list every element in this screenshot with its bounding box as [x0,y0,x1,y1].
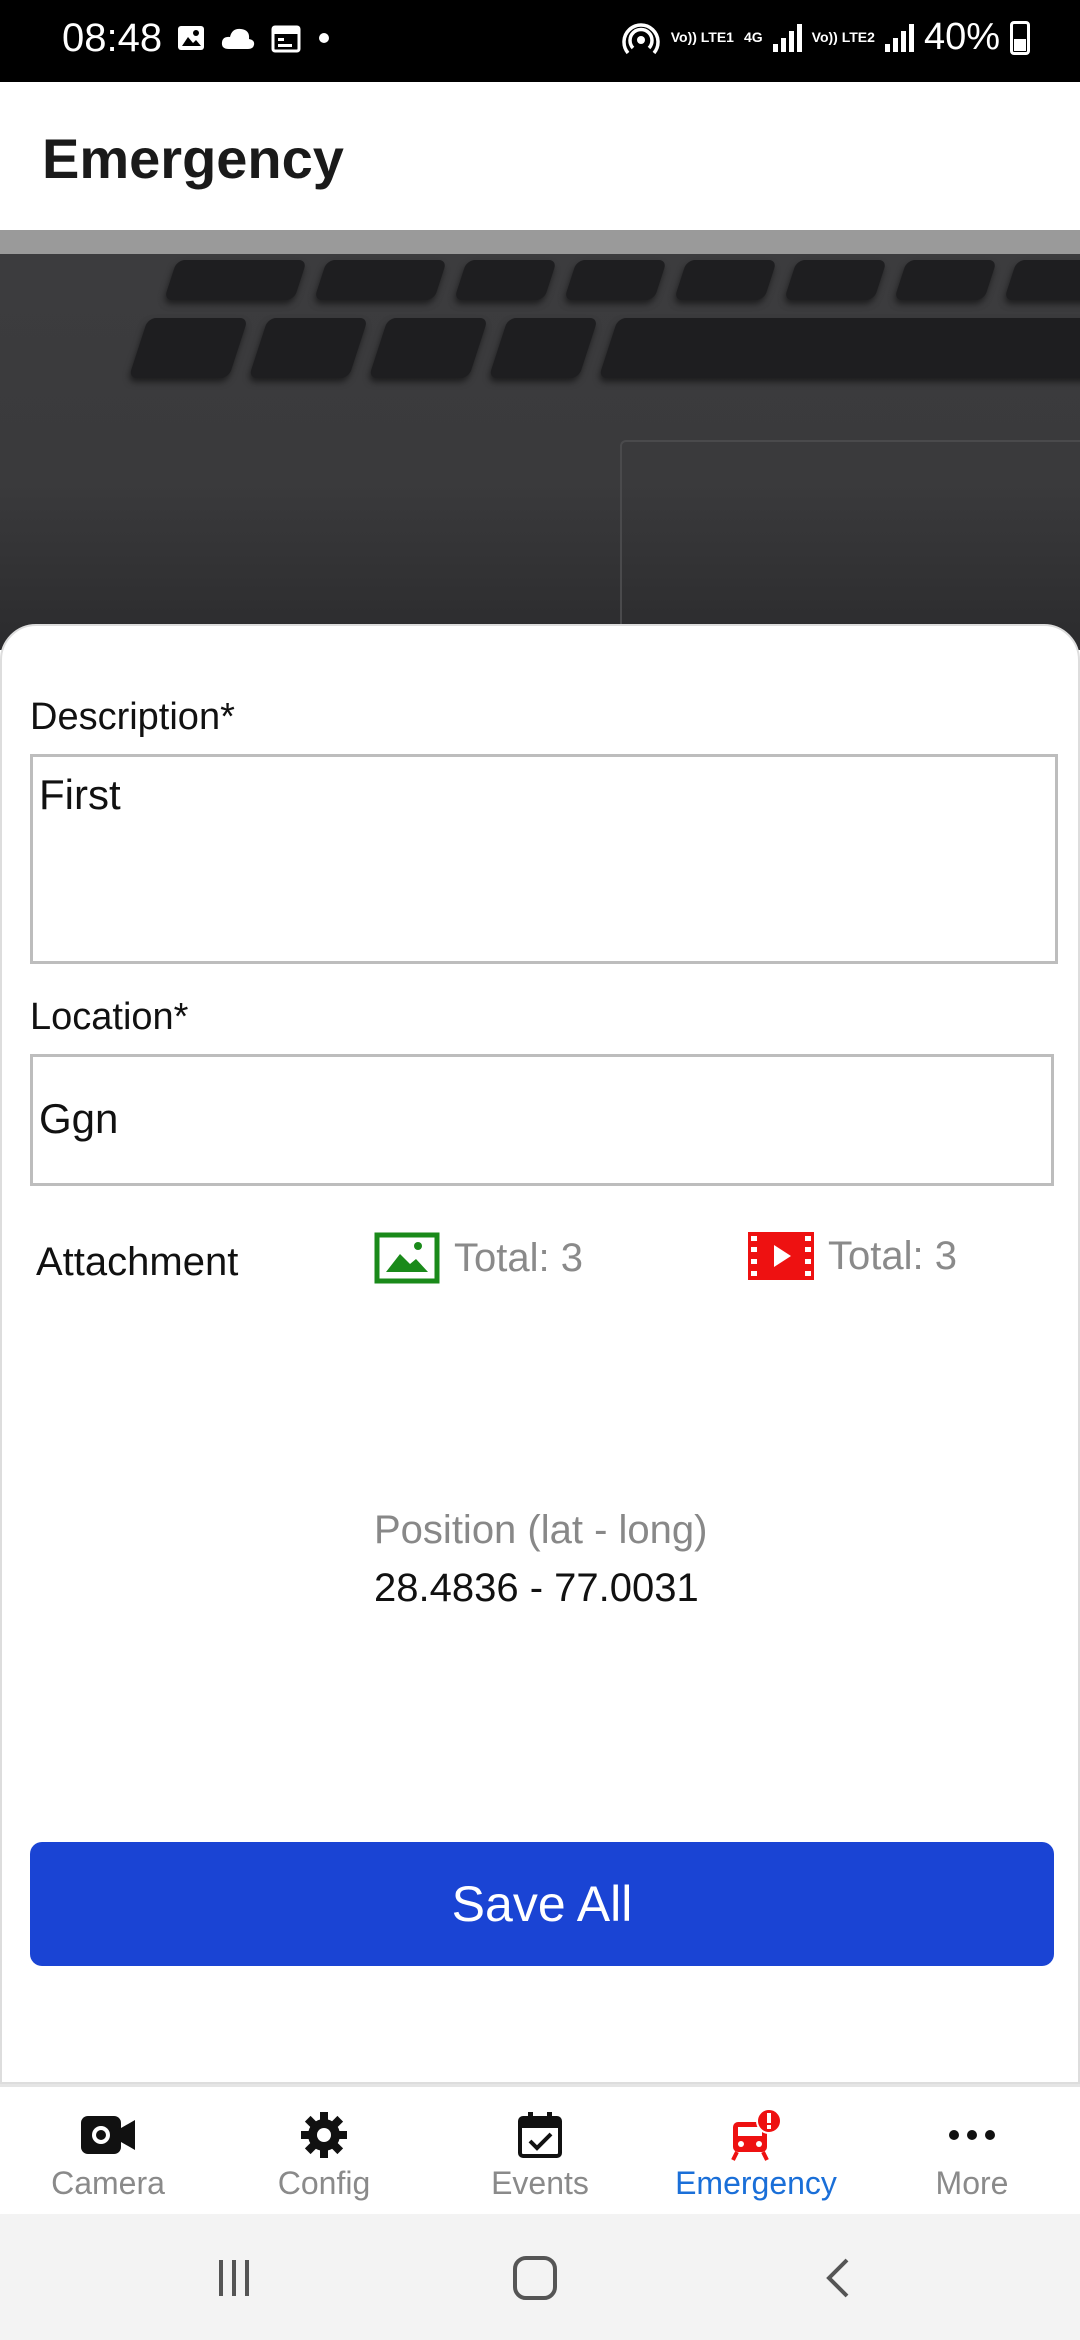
camera-icon [81,2116,135,2154]
location-label: Location* [30,996,189,1038]
save-all-button[interactable]: Save All [30,1842,1054,1966]
network-tag: 4G [743,29,763,45]
attachment-label: Attachment [36,1240,239,1284]
location-input[interactable]: Ggn [30,1054,1054,1186]
nav-more-label: More [935,2165,1009,2201]
app-header: Emergency [0,82,1080,230]
dot-icon [319,33,329,43]
position-label: Position (lat - long) [374,1508,708,1552]
image-icon [374,1232,440,1284]
nav-camera[interactable]: Camera [0,2087,216,2214]
back-icon [826,2258,849,2298]
battery-percent: 40% [923,16,1000,58]
captured-photo-preview [0,230,1080,650]
calendar-icon [271,25,301,53]
more-icon [949,2130,995,2140]
status-notification-icons [176,22,332,54]
status-bar: 08:48 Vo)) LTE1 4G Vo)) LTE2 40% [0,0,1080,82]
home-icon [513,2256,557,2300]
keyboard-photo [109,248,1080,438]
nav-config-label: Config [277,2165,371,2201]
page-title: Emergency [42,127,344,190]
signal-2-icon [884,23,914,52]
video-total: Total: 3 [828,1233,957,1278]
back-button[interactable] [808,2248,868,2308]
signal-icon [772,23,802,52]
description-label: Description* [30,696,235,738]
nav-emergency-label: Emergency [675,2165,837,2201]
home-button[interactable] [505,2248,565,2308]
gear-icon [301,2112,347,2158]
description-input[interactable]: First [30,754,1058,964]
nav-emergency[interactable]: Emergency [648,2087,864,2214]
cloud-icon [221,28,255,49]
emergency-form-sheet: Description* First Location* Ggn Attachm… [0,624,1080,2084]
status-system-icons: Vo)) LTE1 4G Vo)) LTE2 40% [621,16,1030,59]
calendar-check-icon [518,2112,562,2158]
nav-events[interactable]: Events [432,2087,648,2214]
sim1-tag: Vo)) LTE1 [670,29,734,45]
status-time: 08:48 [62,16,163,60]
emergency-icon [731,2108,782,2161]
nav-camera-label: Camera [51,2165,165,2201]
system-navigation-bar [0,2214,1080,2340]
recent-apps-icon [219,2260,249,2296]
nav-more[interactable]: More [864,2087,1080,2214]
gallery-icon [178,26,204,50]
recent-apps-button[interactable] [204,2248,264,2308]
hotspot-icon [622,22,660,54]
sim2-tag: Vo)) LTE2 [811,29,875,45]
battery-icon [1010,20,1030,55]
video-attachments[interactable]: Total: 3 [748,1232,957,1280]
image-total: Total: 3 [454,1235,583,1280]
touchpad-photo [620,440,1080,650]
position-value: 28.4836 - 77.0031 [374,1566,699,1610]
nav-config[interactable]: Config [216,2087,432,2214]
nav-events-label: Events [491,2165,589,2201]
video-icon [748,1232,814,1280]
image-attachments[interactable]: Total: 3 [374,1232,583,1284]
bottom-navigation: Camera Config Events Emergency More [0,2084,1080,2214]
